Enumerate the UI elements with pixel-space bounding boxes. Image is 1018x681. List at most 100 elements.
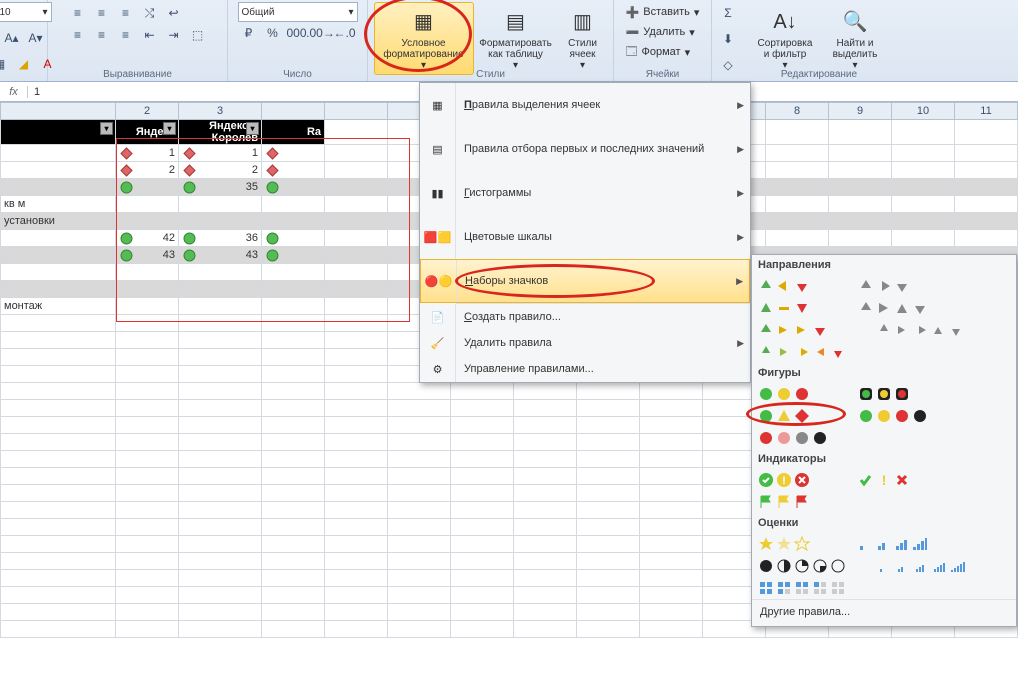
cell[interactable] [179, 264, 262, 281]
cell[interactable] [116, 264, 179, 281]
cell[interactable] [325, 264, 388, 281]
delete-button[interactable]: ➖ Удалить ▾ [622, 22, 704, 42]
cell[interactable] [1, 264, 116, 281]
col-header[interactable] [262, 103, 325, 120]
iconset-bars-5[interactable] [878, 556, 966, 576]
cell[interactable] [325, 179, 388, 196]
cell[interactable] [766, 179, 829, 196]
percent-icon[interactable]: % [262, 22, 284, 44]
merge-icon[interactable]: ⬚ [187, 24, 209, 46]
filter-dropdown-icon[interactable]: ▾ [163, 122, 176, 135]
autosum-icon[interactable]: Σ [717, 2, 739, 24]
cell[interactable] [829, 162, 892, 179]
iconset-symbols-uncircled[interactable]: ! [858, 470, 910, 490]
cell[interactable] [892, 230, 955, 247]
iconset-traffic-4[interactable] [858, 406, 928, 426]
shrink-font-icon[interactable]: A▾ [25, 27, 47, 49]
cell[interactable] [262, 247, 325, 264]
cell[interactable] [892, 145, 955, 162]
iconset-traffic-rimmed[interactable] [858, 384, 910, 404]
fill-down-icon[interactable]: ⬇ [717, 28, 739, 50]
col-header[interactable]: 2 [116, 103, 179, 120]
cell[interactable] [262, 213, 325, 230]
cell[interactable]: 1 [179, 145, 262, 162]
iconset-symbols-circled[interactable]: ! [758, 470, 810, 490]
fill-icon[interactable]: ◢ [13, 53, 35, 75]
cell[interactable] [325, 230, 388, 247]
col-header[interactable] [1, 103, 116, 120]
cell[interactable] [766, 213, 829, 230]
cell[interactable] [892, 162, 955, 179]
cell[interactable] [766, 145, 829, 162]
cell[interactable] [179, 196, 262, 213]
cell[interactable] [116, 281, 179, 298]
filter-dropdown-icon[interactable]: ▾ [246, 122, 259, 135]
iconset-arrows-3color[interactable] [758, 276, 810, 296]
cell[interactable] [892, 179, 955, 196]
iconset-redblack[interactable] [758, 428, 828, 448]
cell[interactable] [955, 196, 1018, 213]
align-right-icon[interactable]: ≡ [115, 24, 137, 46]
cell[interactable] [1, 145, 116, 162]
cell[interactable] [1, 230, 116, 247]
cell[interactable] [179, 213, 262, 230]
cell[interactable] [325, 298, 388, 315]
cell[interactable]: 2 [179, 162, 262, 179]
orientation-icon[interactable]: ⤭ [139, 2, 161, 24]
cell[interactable] [766, 162, 829, 179]
cell[interactable]: 42 [116, 230, 179, 247]
cell[interactable] [1, 162, 116, 179]
cell[interactable] [325, 281, 388, 298]
iconset-traffic-3[interactable] [758, 384, 810, 404]
menu-icon-sets[interactable]: 🔴🟡 Наборы значков ▶ [420, 259, 750, 303]
cell[interactable] [262, 145, 325, 162]
cell[interactable] [955, 145, 1018, 162]
font-size-select[interactable]: 10▾ [0, 2, 52, 22]
align-left-icon[interactable]: ≡ [67, 24, 89, 46]
formula-value[interactable]: 1 [28, 86, 46, 98]
gallery-more-rules[interactable]: Другие правила... [752, 599, 1016, 624]
menu-highlight-cells[interactable]: ▦ Правила выделения ячеек ▶ [420, 83, 750, 127]
cell[interactable] [179, 281, 262, 298]
menu-manage-rules[interactable]: ⚙ Управление правилами... [420, 356, 750, 382]
border-icon[interactable]: ▦ [0, 53, 11, 75]
cell[interactable] [325, 213, 388, 230]
iconset-arrows-4color[interactable] [758, 320, 828, 340]
align-bot-icon[interactable]: ≡ [115, 2, 137, 24]
menu-data-bars[interactable]: ▮▮ Гистограммы ▶ [420, 171, 750, 215]
cell[interactable] [116, 179, 179, 196]
cell[interactable]: монтаж [1, 298, 116, 315]
cell[interactable]: 43 [179, 247, 262, 264]
cell[interactable] [955, 213, 1018, 230]
cell[interactable] [325, 145, 388, 162]
cell[interactable] [262, 196, 325, 213]
inc-decimal-icon[interactable]: .00→ [310, 22, 332, 44]
iconset-signs-3[interactable] [758, 406, 810, 426]
menu-color-scales[interactable]: 🟥🟨 Цветовые шкалы ▶ [420, 215, 750, 259]
cell[interactable] [262, 264, 325, 281]
cell[interactable]: 2 [116, 162, 179, 179]
wrap-icon[interactable]: ↩ [163, 2, 185, 24]
align-top-icon[interactable]: ≡ [67, 2, 89, 24]
cell[interactable] [829, 145, 892, 162]
cell[interactable] [892, 196, 955, 213]
format-button[interactable]: 🗔 Формат ▾ [622, 42, 704, 62]
iconset-flags[interactable] [758, 492, 810, 512]
iconset-bars-4[interactable] [858, 534, 928, 554]
cell[interactable] [1, 281, 116, 298]
cell[interactable] [766, 230, 829, 247]
cell[interactable] [262, 179, 325, 196]
cell[interactable] [325, 196, 388, 213]
comma-icon[interactable]: 000 [286, 22, 308, 44]
find-select-button[interactable]: 🔍 Найти и выделить ▾ [822, 2, 888, 75]
cell[interactable] [1, 179, 116, 196]
cell[interactable] [829, 230, 892, 247]
cell[interactable] [325, 162, 388, 179]
iconset-arrows-5color[interactable] [758, 342, 846, 362]
iconset-arrows-3grey[interactable] [858, 276, 910, 296]
iconset-stars[interactable] [758, 534, 810, 554]
col-header[interactable] [325, 103, 388, 120]
cell[interactable]: 35 [179, 179, 262, 196]
cell-styles-button[interactable]: ▥ Стили ячеек ▾ [558, 2, 608, 75]
grow-font-icon[interactable]: A▴ [1, 27, 23, 49]
